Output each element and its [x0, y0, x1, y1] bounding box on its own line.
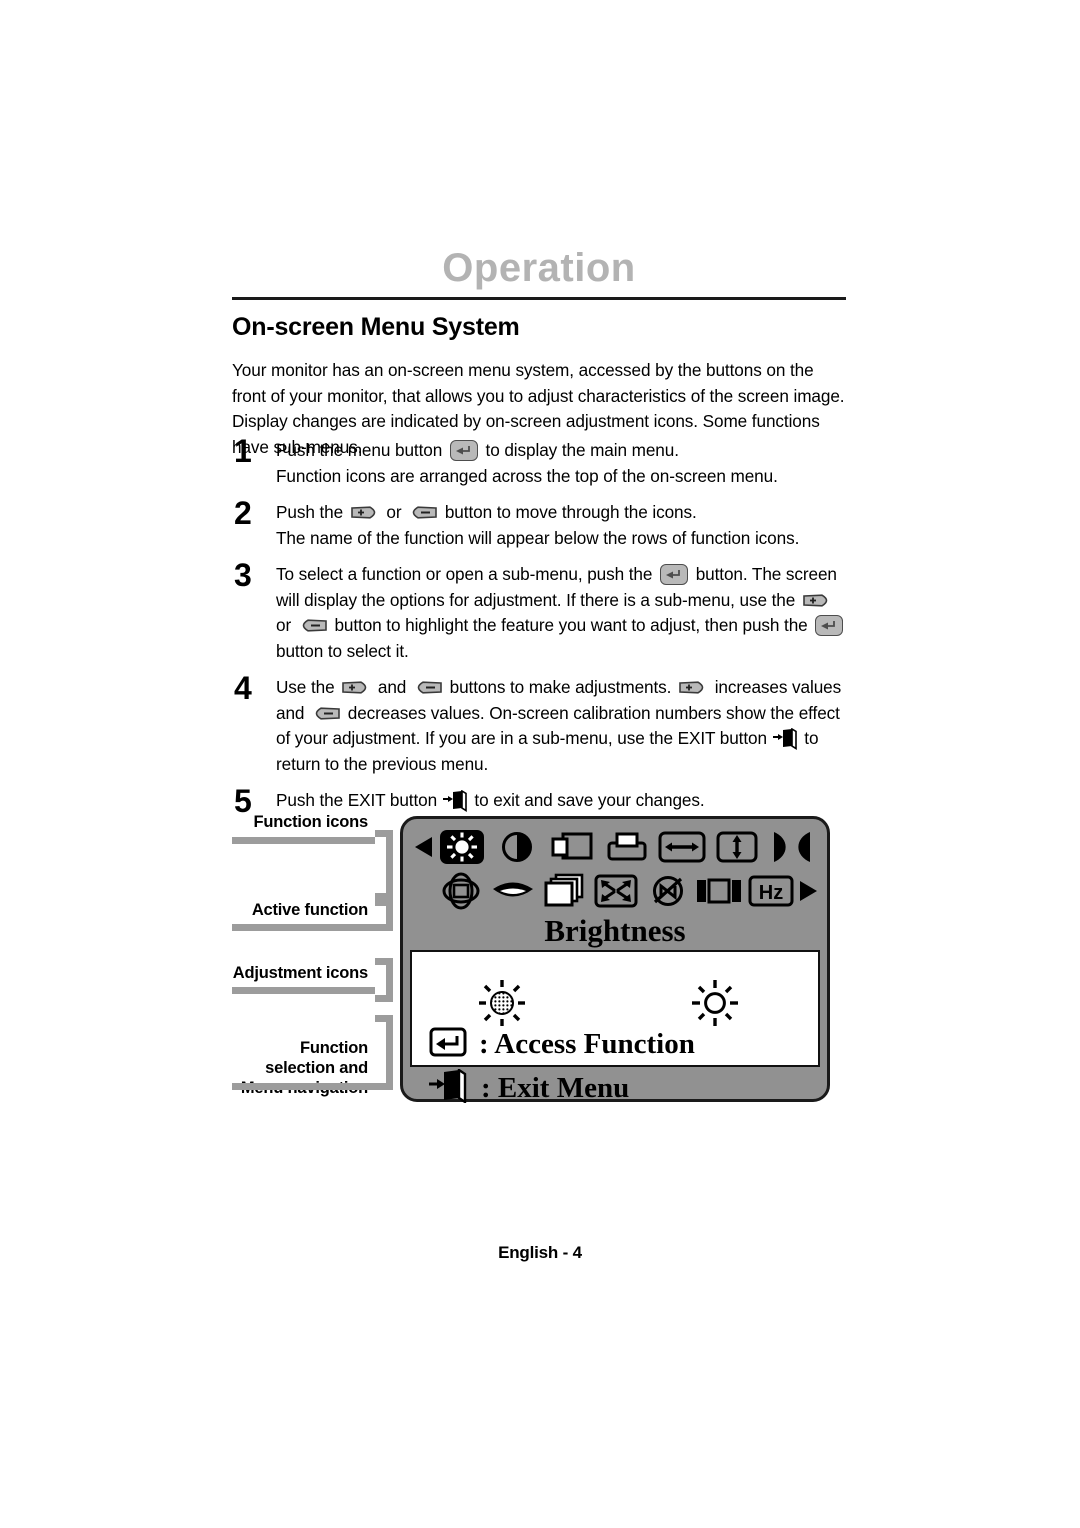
step-item: 4 Use the and buttons to make adjustments…: [232, 670, 852, 777]
plus-button-icon[interactable]: [678, 677, 708, 694]
step-text: Push the or button to move through the i…: [276, 502, 800, 548]
step-item: 2 Push the or button to move through the …: [232, 495, 852, 551]
page-title: On-screen Menu System: [232, 313, 520, 341]
plus-button-icon[interactable]: [341, 677, 371, 694]
callout-adjustment-icons: Adjustment icons: [232, 963, 368, 983]
step-number: 1: [234, 433, 252, 469]
horizontal-position-icon[interactable]: [545, 825, 600, 869]
osd-diagram: Function icons Active function Adjustmen…: [232, 812, 836, 1105]
callout-bar-adjustment-icons: [232, 987, 375, 994]
header-divider: [232, 297, 846, 300]
osd-function-row-1: [413, 825, 819, 869]
degauss-icon[interactable]: [642, 869, 694, 913]
osd-access-legend: : Access Function: [429, 1027, 695, 1062]
page-footer: English - 4: [498, 1243, 582, 1262]
callout-label: Function icons: [253, 813, 368, 831]
minus-button-icon[interactable]: [298, 615, 328, 632]
callout-bracket-adjustment-icons: [375, 958, 393, 1002]
step-text: Push the EXIT button to exit and save yo…: [276, 789, 705, 812]
brightness-icon[interactable]: [435, 825, 490, 869]
osd-exit-label: : Exit Menu: [481, 1072, 630, 1104]
callout-bar-function-selection: [232, 1083, 375, 1090]
step-number: 3: [234, 557, 252, 593]
minus-button-icon[interactable]: [311, 703, 341, 720]
callout-function-icons: Function icons: [232, 812, 368, 832]
step-item: 3 To select a function or open a sub-menu…: [232, 557, 852, 664]
step-item: 1 Push the menu button to display the mai…: [232, 433, 852, 489]
osd-function-icon-rows: Hz: [403, 819, 827, 919]
osd-access-label: : Access Function: [479, 1028, 695, 1060]
horizontal-size-icon[interactable]: [654, 825, 709, 869]
page-header: Operation: [232, 248, 846, 300]
chapter-title: Operation: [442, 246, 636, 290]
svg-text:Hz: Hz: [759, 882, 783, 904]
osd-adjustment-icons: [412, 972, 818, 1026]
moire-icon[interactable]: [487, 869, 539, 913]
brightness-increase-icon[interactable]: [689, 977, 741, 1034]
menu-button-icon[interactable]: [660, 564, 689, 585]
callout-bracket-active-function: [375, 899, 393, 931]
step-text: To select a function or open a sub-menu,…: [276, 560, 852, 664]
frequency-hz-icon[interactable]: Hz: [745, 869, 797, 913]
parallelogram-icon[interactable]: [694, 869, 746, 913]
osd-adjustment-area: : Access Function: [410, 950, 820, 1067]
steps-list: 1 Push the menu button to display the mai…: [232, 433, 852, 825]
callout-bracket-function-icons: [375, 830, 393, 900]
callout-bar-function-icons: [232, 837, 375, 844]
step-number: 2: [234, 495, 252, 531]
plus-button-icon[interactable]: [350, 502, 380, 519]
vertical-size-icon[interactable]: [709, 825, 764, 869]
pincushion-icon[interactable]: [764, 825, 819, 869]
menu-button-icon[interactable]: [449, 440, 478, 461]
minus-button-icon[interactable]: [413, 677, 443, 694]
osd-active-function-label: Brightness: [544, 913, 686, 948]
nav-left-arrow-icon[interactable]: [413, 825, 435, 869]
contrast-icon[interactable]: [490, 825, 545, 869]
minus-button-icon[interactable]: [408, 502, 438, 519]
osd-exit-legend: : Exit Menu: [427, 1067, 630, 1108]
callout-bracket-function-selection: [375, 1015, 393, 1090]
rotation-icon[interactable]: [435, 869, 487, 913]
osd-function-row-2: Hz: [413, 869, 819, 913]
zoom-icon[interactable]: [590, 869, 642, 913]
step-number: 4: [234, 670, 252, 706]
row2-spacer: [413, 869, 435, 913]
step-text: Use the and buttons to make adjustments.…: [276, 677, 842, 774]
callout-bar-active-function: [232, 924, 375, 931]
menu-button-icon[interactable]: [815, 615, 844, 636]
exit-button-icon[interactable]: [442, 789, 469, 812]
osd-position-icon[interactable]: [538, 869, 590, 913]
step-text: Push the menu button to display the main…: [276, 440, 778, 486]
vertical-position-icon[interactable]: [600, 825, 655, 869]
exit-button-icon[interactable]: [772, 727, 799, 750]
exit-door-icon[interactable]: [427, 1067, 469, 1108]
nav-right-arrow-icon[interactable]: [797, 869, 819, 913]
callout-label: Adjustment icons: [232, 964, 368, 982]
plus-button-icon[interactable]: [802, 590, 832, 607]
callout-label: Active function: [251, 901, 368, 919]
enter-key-icon[interactable]: [429, 1027, 467, 1062]
osd-panel: Hz Brightness: Access Function: Exit M…: [400, 816, 830, 1105]
callout-active-function: Active function: [232, 900, 368, 920]
